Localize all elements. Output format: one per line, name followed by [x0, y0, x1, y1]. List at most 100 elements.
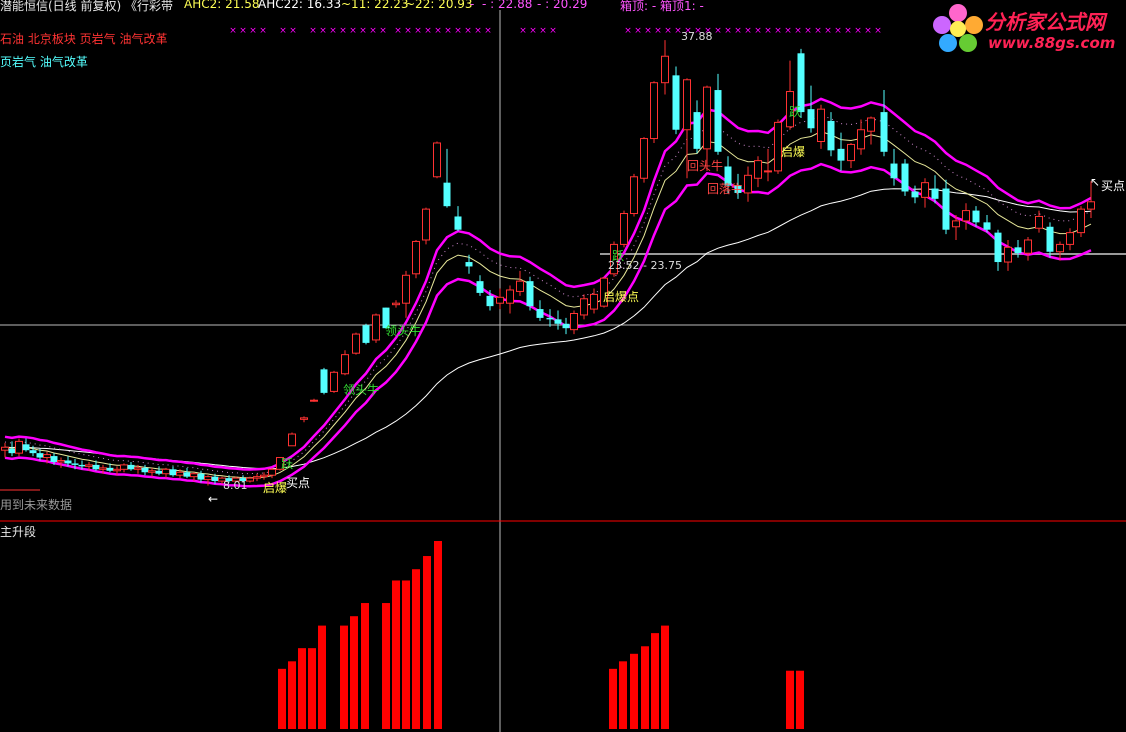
marker-x: ×: [404, 26, 412, 36]
qibao-label-2: 启爆点: [603, 290, 640, 304]
marker-x: ×: [349, 26, 357, 36]
marker-x: ×: [539, 26, 547, 36]
candle: [162, 467, 170, 479]
qibao-label-3: 启爆: [781, 145, 806, 159]
moving-averages: [4, 97, 1092, 488]
candle: [362, 323, 370, 345]
candle: [880, 90, 888, 157]
candle-body: [931, 188, 939, 199]
marker-x: ×: [229, 26, 237, 36]
candle-body: [134, 467, 142, 470]
candle-body: [703, 86, 711, 150]
candle-body: [22, 444, 30, 451]
top-markers: × × × × × × × × × × × × × × × × × × × × × × × × × × × × × × × × × × × × × × × ×…: [229, 26, 882, 36]
candle-body: [183, 472, 191, 477]
ahc2-value: AHC2: 21.58: [184, 0, 260, 11]
sub-bar: [402, 580, 410, 729]
candle-body: [857, 129, 865, 150]
sub-panel-title: 主升段: [0, 525, 37, 539]
candle: [1024, 237, 1032, 261]
marker-x: ×: [714, 26, 722, 36]
marker-x: ×: [519, 26, 527, 36]
candle-body: [197, 473, 205, 480]
candle: [1077, 206, 1085, 238]
candle: [901, 159, 909, 196]
candle-body: [204, 476, 212, 481]
candle-body: [1056, 243, 1064, 253]
candle: [867, 116, 875, 145]
candle-body: [148, 470, 156, 473]
marker-x: ×: [814, 26, 822, 36]
qibao-label-1: 启爆: [263, 481, 288, 495]
huitou-label: 回头牛: [687, 159, 724, 173]
candle: [155, 466, 163, 476]
candle-body: [422, 208, 430, 241]
marker-x: ×: [844, 26, 852, 36]
candle-body: [880, 112, 888, 152]
candle-body: [496, 296, 504, 304]
candle-body: [15, 440, 23, 454]
candle-body: [246, 477, 254, 482]
candle-body: [57, 459, 65, 463]
candle: [994, 229, 1002, 271]
p22-value: ~22: 20.93: [405, 0, 473, 11]
marker-x: ×: [624, 26, 632, 36]
candle-body: [71, 463, 79, 465]
sub-bar: [361, 603, 369, 729]
candle-body: [890, 163, 898, 179]
candle-body: [392, 302, 400, 306]
candle: [402, 270, 410, 318]
candle-body: [169, 469, 177, 476]
candle: [310, 398, 318, 402]
site-logo[interactable]: 分析家公式网 www.88gs.com: [930, 0, 1126, 56]
sub-bar: [288, 661, 296, 729]
candle: [148, 467, 156, 477]
candle: [183, 467, 191, 479]
marker-x: ×: [834, 26, 842, 36]
upper-band-line: [4, 97, 1092, 471]
marker-x: ×: [874, 26, 882, 36]
candle-body: [972, 210, 980, 223]
longtou-label-1: 领头牛: [343, 383, 380, 397]
marker-x: ×: [794, 26, 802, 36]
marker-x: ×: [644, 26, 652, 36]
candle-body: [36, 453, 44, 458]
candle: [827, 112, 835, 157]
marker-x: ×: [854, 26, 862, 36]
marker-x: ×: [664, 26, 672, 36]
candle-body: [754, 160, 762, 179]
candle-body: [106, 467, 114, 471]
sub-bar: [412, 569, 420, 729]
box-top-label: 箱顶: - 箱顶1: -: [620, 0, 704, 13]
kline-chart: × × × × × × × × × × × × × × × × × × × × × × × × × × × × × × × × × × × × × × × ×…: [0, 10, 1126, 732]
candle-body: [1087, 201, 1095, 210]
candle-body: [211, 476, 219, 482]
sub-bar: [786, 670, 794, 729]
candle-body: [190, 473, 198, 478]
arrow-up-left-icon: ↖: [1090, 175, 1101, 189]
candles: [1, 40, 1095, 486]
candle-body: [268, 468, 276, 476]
candle-body: [942, 188, 950, 230]
candle-body: [620, 213, 628, 245]
candle: [412, 239, 420, 279]
candle: [141, 464, 149, 476]
candle: [300, 416, 308, 423]
candle-body: [362, 325, 370, 343]
candle: [554, 310, 562, 330]
candle: [817, 104, 825, 149]
candle: [661, 40, 669, 95]
marker-x: ×: [864, 26, 872, 36]
candle-body: [1014, 247, 1022, 254]
sub-bar: [641, 646, 649, 729]
sub-bar: [278, 668, 286, 729]
candle-body: [1, 446, 9, 451]
candle: [714, 73, 722, 155]
sub-bar: [661, 625, 669, 729]
candle-body: [141, 467, 149, 473]
candle-body: [983, 222, 991, 230]
marker-x: ×: [549, 26, 557, 36]
marker-x: ×: [424, 26, 432, 36]
crosshair: [0, 10, 1126, 732]
marker-x: ×: [259, 26, 267, 36]
